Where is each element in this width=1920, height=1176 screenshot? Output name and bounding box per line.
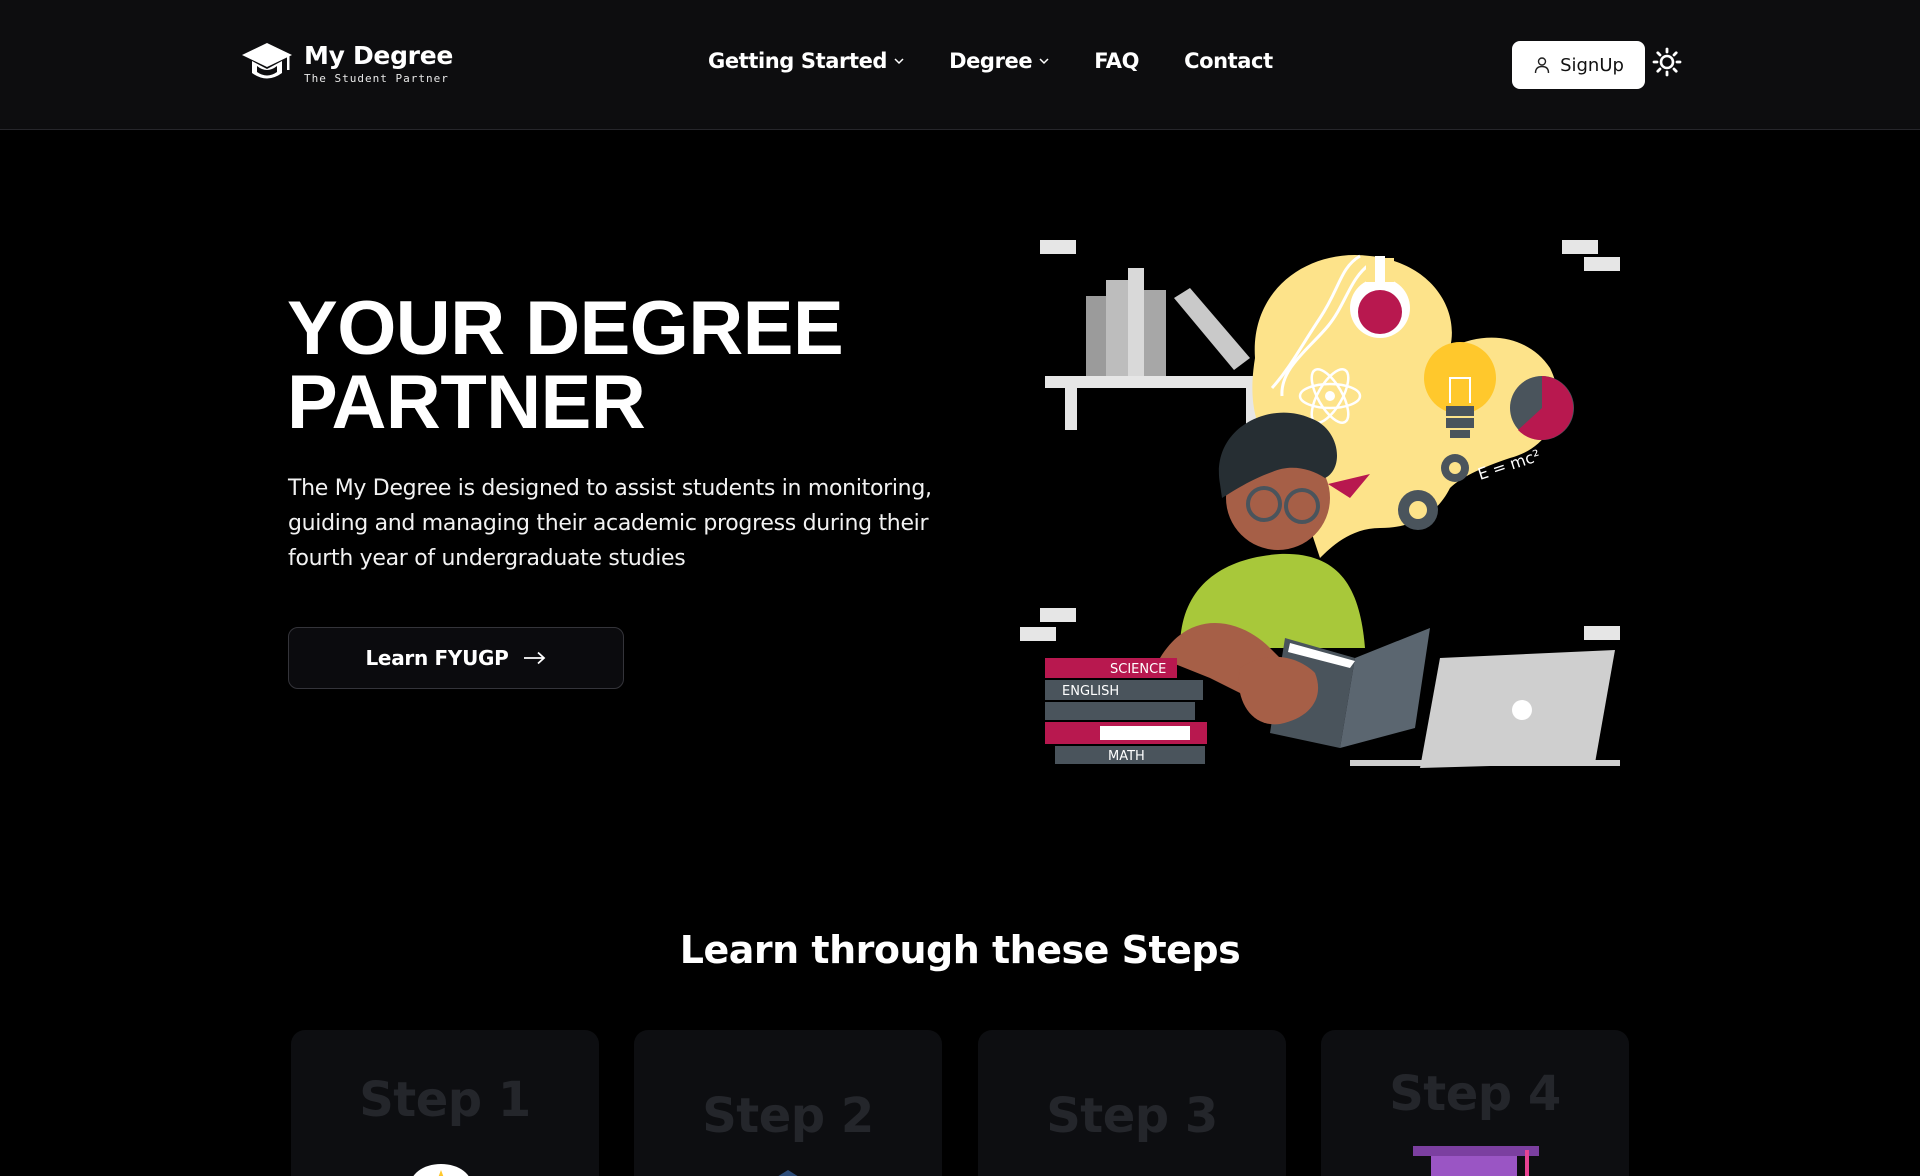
- nav-label: Degree: [949, 49, 1033, 73]
- step-card-2[interactable]: Step 2: [634, 1030, 942, 1176]
- sun-icon[interactable]: [1652, 47, 1682, 77]
- logo[interactable]: My Degree The Student Partner: [240, 40, 453, 86]
- logo-tagline: The Student Partner: [304, 71, 449, 85]
- nav-contact[interactable]: Contact: [1184, 49, 1273, 73]
- book-label-science: SCIENCE: [1110, 662, 1166, 677]
- nav-faq[interactable]: FAQ: [1094, 49, 1139, 73]
- step-title: Step 1: [359, 1072, 531, 1128]
- chevron-down-icon: [894, 58, 904, 65]
- nav-label: Getting Started: [708, 49, 888, 73]
- hero-title-line-1: YOUR DEGREE: [287, 286, 844, 371]
- step-card-4[interactable]: Step 4: [1321, 1030, 1629, 1176]
- signup-button[interactable]: SignUp: [1512, 41, 1645, 89]
- nav-label: Contact: [1184, 49, 1273, 73]
- step-title: Step 3: [1046, 1088, 1218, 1144]
- step-title: Step 4: [1389, 1066, 1561, 1122]
- top-navbar: My Degree The Student Partner Getting St…: [0, 0, 1920, 130]
- nav-getting-started[interactable]: Getting Started: [708, 49, 904, 73]
- hero-title-line-2: PARTNER: [287, 360, 646, 445]
- nav-label: FAQ: [1094, 49, 1140, 73]
- nav-degree[interactable]: Degree: [949, 49, 1049, 73]
- arrow-right-icon: [523, 651, 545, 665]
- book-label-english: ENGLISH: [1062, 684, 1119, 699]
- chevron-down-icon: [1039, 58, 1049, 65]
- shield-icon: [778, 1170, 798, 1176]
- main-nav: Getting Started Degree FAQ Contact: [708, 49, 1273, 73]
- step-card-3[interactable]: Step 3: [978, 1030, 1286, 1176]
- steps-section-title: Learn through these Steps: [679, 928, 1241, 972]
- graduation-cap-icon: [242, 43, 292, 79]
- graduation-cap-icon: [1413, 1146, 1539, 1176]
- step-title: Step 2: [702, 1088, 874, 1144]
- learn-fyugp-button[interactable]: Learn FYUGP: [288, 627, 624, 689]
- signup-label: SignUp: [1560, 54, 1624, 76]
- step-card-1[interactable]: Step 1: [291, 1030, 599, 1176]
- rating-icon: [413, 1164, 469, 1176]
- hero-description: The My Degree is designed to assist stud…: [288, 476, 932, 571]
- book-label-math: MATH: [1108, 749, 1145, 764]
- cta-label: Learn FYUGP: [365, 646, 509, 670]
- logo-title: My Degree: [304, 40, 454, 70]
- user-icon: [1534, 57, 1550, 74]
- hero-title: YOUR DEGREE PARTNER: [287, 291, 844, 441]
- student-reading-illustration: E = mc² SCIENCE ENGLISH MATH: [1020, 240, 1620, 768]
